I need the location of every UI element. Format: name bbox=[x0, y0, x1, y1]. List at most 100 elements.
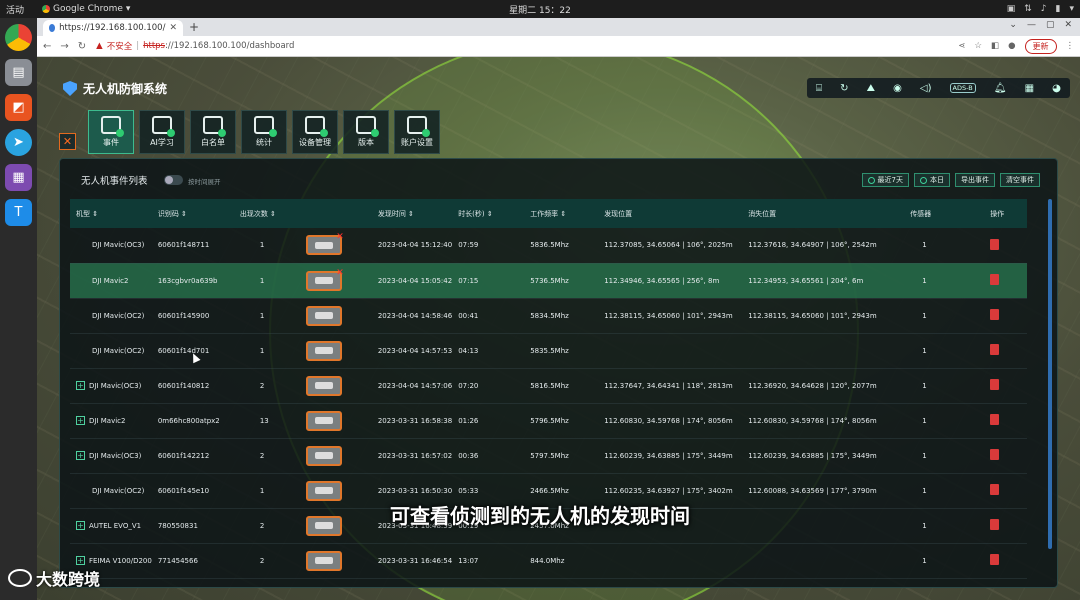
user-icon[interactable]: ◕ bbox=[1052, 83, 1061, 94]
browser-tab[interactable]: https://192.168.100.100/ ✕ bbox=[43, 20, 183, 36]
table-row[interactable]: DJI Mavic(OC2) 60601f14d701 1 2023-04-04 14… bbox=[70, 333, 1027, 369]
table-row[interactable]: + FEIMA V100/D200 771454566 2 2023-03-31 16:… bbox=[70, 543, 1027, 579]
app-orange-dock-icon[interactable]: ◩ bbox=[5, 94, 32, 121]
new-tab-button[interactable]: + bbox=[189, 20, 199, 34]
cell-image: ✕ bbox=[299, 263, 372, 299]
cell-text: 1 bbox=[922, 276, 927, 285]
export-events-button[interactable]: 导出事件 bbox=[955, 173, 995, 187]
col-time[interactable]: 发现时间 ⇕ bbox=[371, 199, 453, 228]
video-dock-icon[interactable]: ▦ bbox=[5, 164, 32, 191]
app-menu[interactable]: Google Chrome ▾ bbox=[42, 4, 130, 14]
sync-icon[interactable]: ↻ bbox=[840, 83, 848, 94]
chrome-dock-icon[interactable] bbox=[5, 24, 32, 51]
reload-icon[interactable]: ↻ bbox=[78, 41, 86, 52]
address-field[interactable]: ▲ 不安全 | https://192.168.100.100/dashboar… bbox=[96, 40, 958, 52]
map-icon[interactable]: ⛰ bbox=[867, 83, 875, 94]
layers-icon[interactable]: ▦ bbox=[1025, 83, 1034, 94]
eye-icon[interactable]: ◉ bbox=[893, 83, 902, 94]
today-button[interactable]: 本日 bbox=[914, 173, 950, 187]
expand-by-time-toggle[interactable] bbox=[164, 175, 183, 185]
delete-icon[interactable] bbox=[990, 238, 1000, 250]
table-row[interactable]: + DJI Mavic(OC3) 60601f140812 2 2023-04-04 1… bbox=[70, 368, 1027, 404]
delete-icon[interactable] bbox=[990, 414, 1000, 425]
warning-icon[interactable]: ▲ bbox=[96, 41, 103, 51]
cell-text: 2466.5Mhz bbox=[530, 486, 569, 495]
network-icon[interactable]: ⇅ bbox=[1024, 4, 1032, 14]
tab-close-icon[interactable]: ✕ bbox=[169, 23, 177, 33]
expand-row-icon[interactable]: + bbox=[76, 451, 85, 460]
radar-icon[interactable]: ⌸ bbox=[816, 83, 822, 94]
record-icon[interactable]: ▣ bbox=[1007, 4, 1016, 14]
drone-thumbnail[interactable] bbox=[305, 375, 342, 396]
battery-icon[interactable]: ▮ bbox=[1056, 4, 1061, 14]
side-panel-icon[interactable]: ◧ bbox=[991, 41, 999, 51]
col-model[interactable]: 机型 ⇕ bbox=[70, 199, 152, 228]
drone-thumbnail[interactable] bbox=[305, 340, 342, 361]
minimize-icon[interactable]: — bbox=[1027, 20, 1036, 30]
col-duration[interactable]: 时长(秒) ⇕ bbox=[452, 199, 525, 228]
delete-icon[interactable] bbox=[990, 274, 1000, 285]
menu-account-settings[interactable]: 账户设置 bbox=[394, 110, 440, 154]
tab-search-icon[interactable]: ⌄ bbox=[1009, 20, 1017, 30]
drone-thumbnail[interactable] bbox=[305, 480, 342, 501]
bookmark-star-icon[interactable]: ☆ bbox=[974, 41, 982, 51]
col-id[interactable]: 识别码 ⇕ bbox=[151, 199, 234, 228]
chrome-menu-icon[interactable]: ⋮ bbox=[1066, 41, 1075, 51]
cell-text: 5835.5Mhz bbox=[530, 346, 569, 355]
table-row[interactable]: DJI Mavic(OC2) 60601f145900 1 2023-04-04 14… bbox=[70, 298, 1027, 334]
t-app-dock-icon[interactable]: T bbox=[5, 199, 32, 226]
menu-version[interactable]: 版本 bbox=[343, 110, 389, 154]
col-frequency[interactable]: 工作频率 ⇕ bbox=[524, 199, 599, 228]
delete-icon[interactable] bbox=[990, 554, 1000, 565]
share-icon[interactable]: ⋖ bbox=[958, 41, 965, 51]
drone-thumbnail[interactable] bbox=[305, 305, 342, 326]
sound-icon[interactable]: ◁) bbox=[920, 83, 932, 94]
delete-icon[interactable] bbox=[990, 309, 1000, 320]
back-icon[interactable]: ← bbox=[43, 41, 51, 52]
ads-b-icon[interactable]: ADS-B bbox=[949, 83, 976, 93]
cell-text: DJI Mavic(OC3) bbox=[89, 382, 142, 390]
system-tray[interactable]: ▣ ⇅ ♪ ▮ ▾ bbox=[1007, 0, 1074, 18]
files-dock-icon[interactable]: ▤ bbox=[5, 59, 32, 86]
delete-icon[interactable] bbox=[990, 344, 1000, 355]
table-scrollbar[interactable] bbox=[1048, 199, 1052, 549]
chrome-small-icon bbox=[42, 5, 51, 13]
update-button[interactable]: 更新 bbox=[1024, 38, 1057, 54]
expand-row-icon[interactable]: + bbox=[76, 556, 85, 565]
profile-icon[interactable]: ● bbox=[1008, 41, 1015, 51]
button-label: 导出事件 bbox=[961, 176, 989, 184]
expand-row-icon[interactable]: + bbox=[76, 381, 85, 390]
last-7-days-button[interactable]: 最近7天 bbox=[861, 173, 909, 187]
bell-icon[interactable]: 🔔︎ bbox=[994, 83, 1007, 94]
power-menu-icon[interactable]: ▾ bbox=[1069, 4, 1074, 14]
drone-thumbnail[interactable]: ✕ bbox=[305, 268, 344, 291]
drone-thumbnail[interactable] bbox=[305, 550, 342, 571]
activities-button[interactable]: 活动 bbox=[6, 3, 24, 16]
forward-icon[interactable]: → bbox=[60, 41, 68, 52]
col-count[interactable]: 出现次数 ⇕ bbox=[233, 199, 300, 228]
cell-model: + DJI Mavic2 bbox=[70, 403, 152, 439]
close-panel-button[interactable]: ✕ bbox=[59, 133, 76, 150]
maximize-icon[interactable]: ▢ bbox=[1046, 20, 1055, 30]
drone-thumbnail[interactable] bbox=[305, 445, 342, 466]
clear-events-button[interactable]: 清空事件 bbox=[1000, 173, 1040, 187]
menu-device-management[interactable]: 设备管理 bbox=[292, 110, 338, 154]
table-row[interactable]: + DJI Mavic(OC3) 60601f142212 2 2023-03-31 1… bbox=[70, 438, 1027, 474]
menu-ai-learning[interactable]: AI学习 bbox=[139, 110, 185, 154]
menu-events[interactable]: 事件 bbox=[88, 110, 134, 154]
table-row[interactable]: + DJI Mavic2 0m66hc800atpx2 13 2023-03-31 16… bbox=[70, 403, 1027, 439]
window-close-icon[interactable]: ✕ bbox=[1064, 20, 1072, 30]
table-row[interactable]: DJI Mavic(OC3) 60601f148711 1 ✕ 2023-04-04 1… bbox=[70, 228, 1027, 264]
drone-thumbnail[interactable]: ✕ bbox=[305, 232, 344, 256]
telegram-dock-icon[interactable]: ➤ bbox=[5, 129, 32, 156]
drone-thumbnail[interactable] bbox=[305, 410, 342, 431]
expand-row-icon[interactable]: + bbox=[76, 416, 85, 425]
menu-whitelist[interactable]: 白名单 bbox=[190, 110, 236, 154]
table-row[interactable]: DJI Mavic2 163cgbvr0a639b 1 ✕ 2023-04-04 15:… bbox=[70, 263, 1027, 299]
cell-text: 60601f145e10 bbox=[157, 486, 210, 495]
delete-icon[interactable] bbox=[990, 484, 1000, 495]
delete-icon[interactable] bbox=[990, 449, 1000, 460]
delete-icon[interactable] bbox=[990, 379, 1000, 390]
volume-icon[interactable]: ♪ bbox=[1041, 4, 1047, 14]
menu-statistics[interactable]: 统计 bbox=[241, 110, 287, 154]
